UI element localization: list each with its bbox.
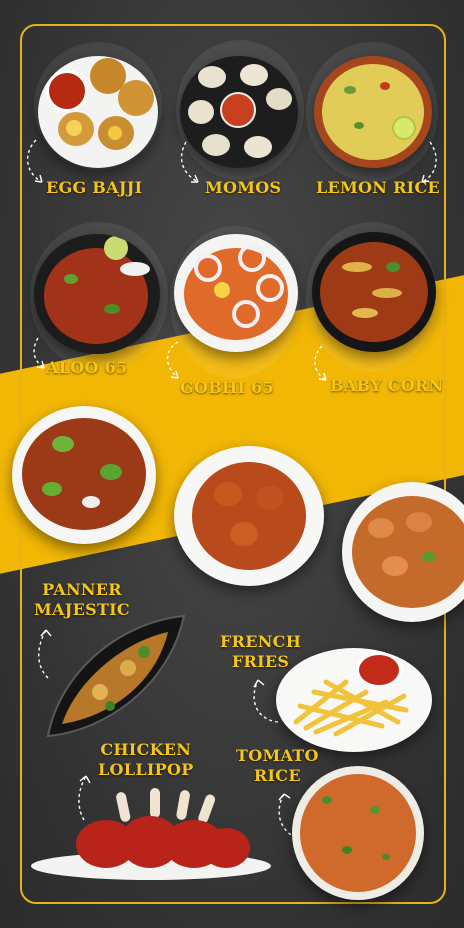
gobhi-65-label: GOBHI 65 [180,378,274,397]
chicken-lollipop-label-line1: CHICKEN [100,740,192,759]
chicken-lollipop-label: CHICKEN LOLLIPOP [98,740,194,780]
momos-label: MOMOS [205,178,282,197]
egg-bajji-arrow-icon [27,139,43,183]
chicken-lollipop-image [26,786,276,882]
egg-bajji-label: EGG BAJJI [46,178,143,197]
panner-majestic-label-line1: PANNER [42,580,122,599]
panner-majestic-image [40,612,190,742]
tomato-rice-image [292,766,424,900]
tomato-rice-label-line2: RICE [253,766,301,785]
chilli-paneer-image [12,406,156,544]
tomato-rice-label-line1: TOMATO [236,746,319,765]
gobhi-65-arrow-icon [166,341,179,379]
baby-corn-image [312,232,436,352]
menu-poster: EGG BAJJI MOMOS LEMON RICE ALOO 65 GOBHI… [0,0,464,928]
momos-arrow-icon [180,141,199,183]
chicken-65-image [174,446,324,586]
tomato-rice-label: TOMATO RICE [236,746,319,786]
french-fries-label-line1: FRENCH [220,632,302,651]
lemon-rice-arrow-icon [421,141,437,183]
baby-corn-arrow-icon [314,345,327,381]
french-fries-image [276,648,432,752]
aloo-65-label: ALOO 65 [46,358,128,377]
chicken-lollipop-label-line2: LOLLIPOP [98,760,194,779]
egg-bajji-image [38,56,158,168]
gobhi-65-image [174,234,298,352]
baby-corn-label: BABY CORN [330,376,444,395]
aloo-65-image [34,234,160,354]
aloo-65-arrow-icon [33,337,45,369]
